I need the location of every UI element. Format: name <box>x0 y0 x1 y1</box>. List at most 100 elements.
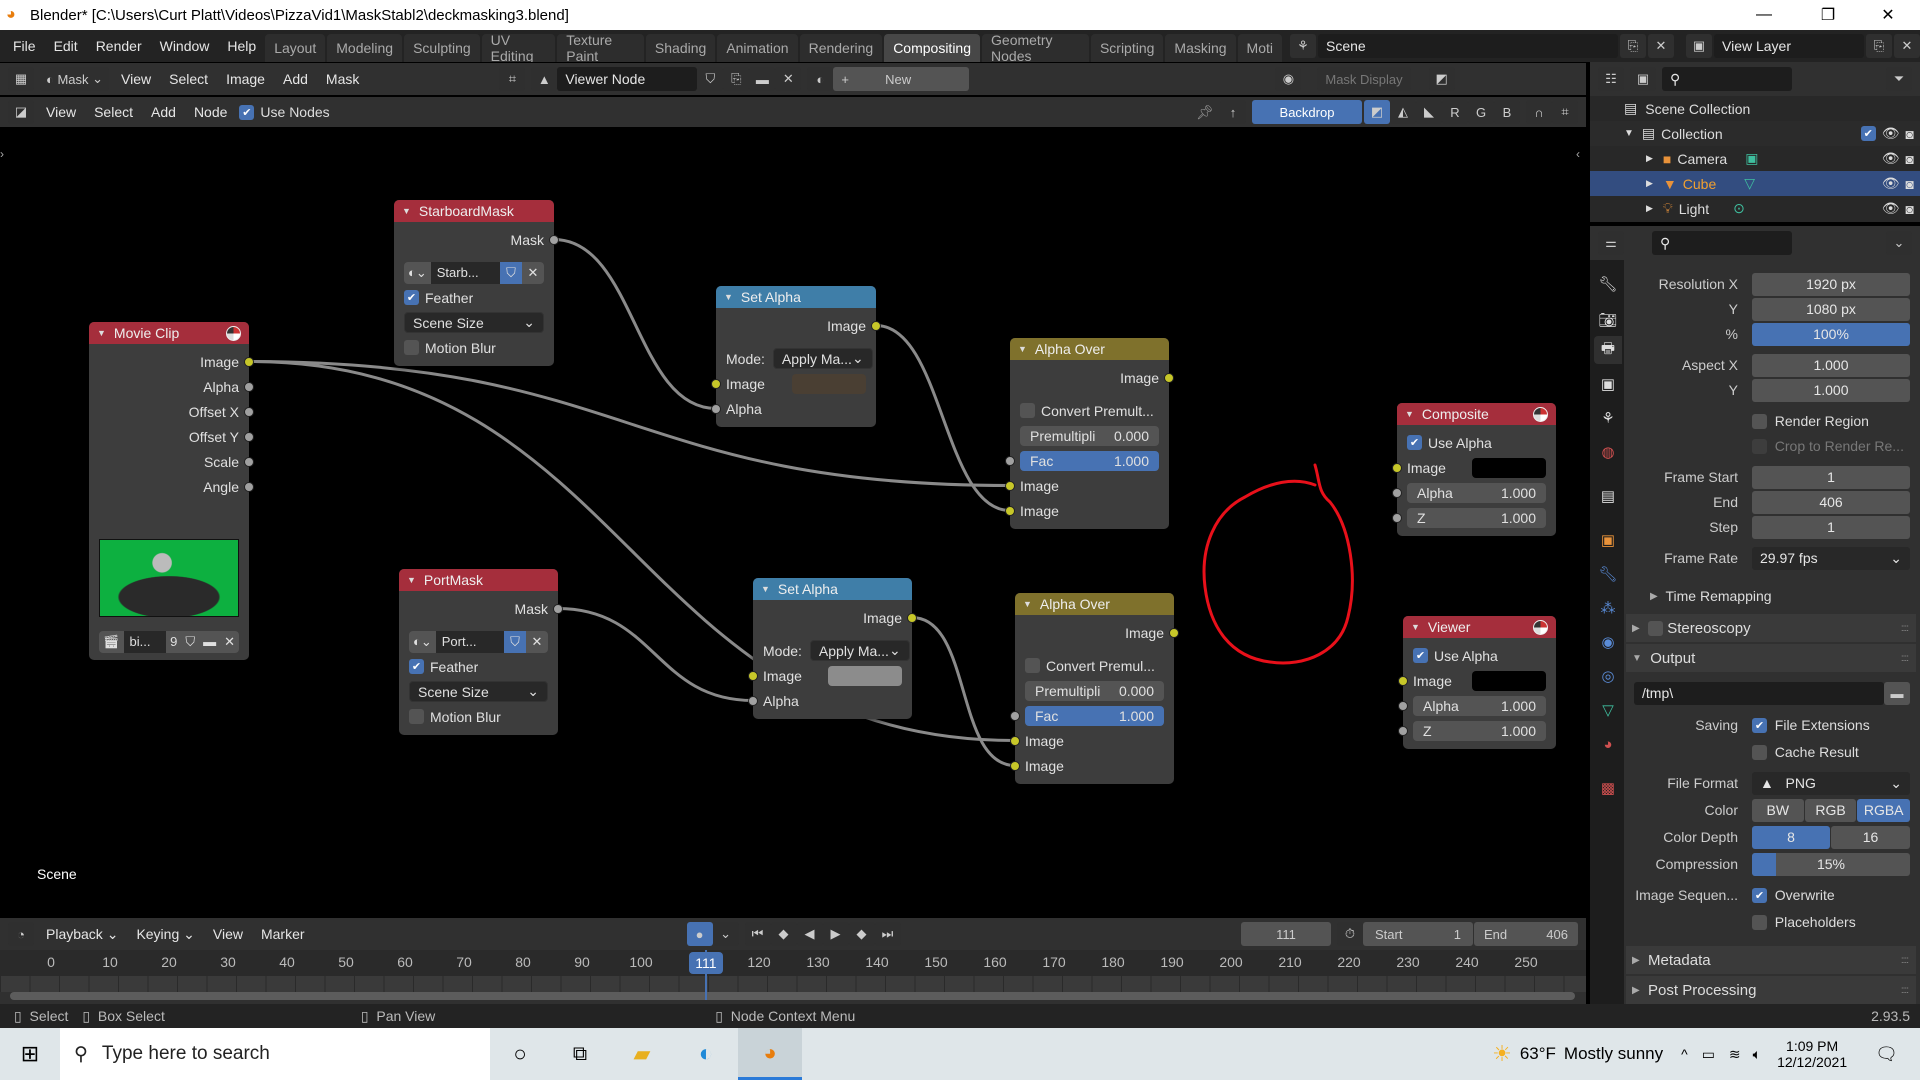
end-frame-field[interactable]: End 406 <box>1474 922 1578 946</box>
input-socket[interactable] <box>1398 725 1408 736</box>
menu-render[interactable]: Render <box>87 38 151 54</box>
tab-layout[interactable]: Layout <box>265 34 326 62</box>
properties-editor-type-icon[interactable]: ⚌ <box>1598 231 1624 255</box>
node-starboard[interactable]: ▼ StarboardMask Mask ◐⌄ Starb... ⛉ ✕ ✔ Feather Sc… <box>394 200 559 366</box>
node-header[interactable]: ▼ Viewer <box>1403 616 1556 638</box>
outliner-item-scene-collection[interactable]: ▤ Scene Collection <box>1590 96 1920 121</box>
input-socket[interactable] <box>748 670 758 681</box>
metadata-panel[interactable]: Metadata <box>1648 952 1711 969</box>
render-tab-icon[interactable]: 📷︎ <box>1594 306 1622 334</box>
node-alphaover1[interactable]: ▼ Alpha Over Image Convert Premult... Premul… <box>1005 338 1174 529</box>
collapse-icon[interactable]: ▼ <box>407 575 416 585</box>
edge-browser-icon[interactable]: ◐ <box>674 1040 738 1068</box>
timeline-track[interactable] <box>0 976 1586 992</box>
output-socket[interactable] <box>244 481 254 492</box>
snap-icon[interactable]: ∩ <box>1526 100 1552 124</box>
output-socket[interactable] <box>907 612 917 623</box>
cortana-icon[interactable]: ○ <box>490 1041 550 1067</box>
blender-taskbar-icon[interactable]: ◕ <box>738 1028 802 1080</box>
view-layer-browse-icon[interactable]: ▣ <box>1686 34 1712 58</box>
node-header[interactable]: ▼ Alpha Over <box>1015 593 1174 615</box>
image-name-field[interactable]: Viewer Node <box>557 67 698 91</box>
timeline-editor-type-icon[interactable]: ◔ <box>8 922 34 946</box>
constraints-tab-icon[interactable]: ◎ <box>1594 662 1622 690</box>
unlink-image-icon[interactable]: ✕ <box>775 67 802 91</box>
color-rgba-option[interactable]: RGBA <box>1857 798 1910 822</box>
node-setalpha1[interactable]: ▼ Set Alpha Image Mode: Apply Ma... ⌄ Image Alp… <box>711 286 881 427</box>
render-camera-icon[interactable]: ◙ <box>1906 201 1914 217</box>
menu-marker[interactable]: Marker <box>255 926 311 942</box>
mode-dropdown[interactable]: Apply Ma... ⌄ <box>772 348 873 369</box>
output-socket[interactable] <box>549 234 559 245</box>
clip-name[interactable]: bi... <box>123 630 167 653</box>
parent-node-tree-icon[interactable]: ↑ <box>1220 100 1246 124</box>
tab-compositing[interactable]: Compositing <box>884 34 981 62</box>
tab-masking[interactable]: Masking <box>1165 34 1236 62</box>
node-header[interactable]: ▼ Movie Clip <box>89 322 249 344</box>
backdrop-color-alpha-icon[interactable]: ◭ <box>1390 100 1416 124</box>
material-tab-icon[interactable]: ◕ <box>1594 730 1622 758</box>
checkbox[interactable]: ✔ <box>1407 435 1422 450</box>
clock[interactable]: 1:09 PM 12/12/2021 <box>1777 1038 1847 1070</box>
node-canvas[interactable]: ▼ Movie Clip Image Alpha Offset X Offset Y Sca… <box>0 127 1586 917</box>
keying-options-icon[interactable]: ⌄ <box>712 922 739 946</box>
render-region-checkbox[interactable] <box>1752 413 1767 429</box>
node-editor-type-icon[interactable]: ◪ <box>8 100 34 124</box>
outliner-item-light[interactable]: ▶ 💡︎ Light ⊙ 👁︎ ◙ <box>1590 196 1920 221</box>
mesh-data-icon[interactable]: ▽ <box>1744 175 1755 192</box>
menu-help[interactable]: Help <box>218 38 265 54</box>
fake-user-shield-icon[interactable]: ⛉ <box>500 261 522 284</box>
windows-start-icon[interactable]: ⊞ <box>0 1041 60 1067</box>
render-camera-icon[interactable]: ◙ <box>1906 126 1914 142</box>
input-socket[interactable] <box>1392 487 1402 498</box>
render-camera-icon[interactable]: ◙ <box>1906 176 1914 192</box>
delete-scene-icon[interactable]: ✕ <box>1648 34 1674 58</box>
tab-geometry-nodes[interactable]: Geometry Nodes <box>982 32 1089 62</box>
outliner-item-collection[interactable]: ▼ ▤ Collection ✔ 👁︎ ◙ <box>1590 121 1920 146</box>
color-rgb-option[interactable]: RGB <box>1804 798 1857 822</box>
output-socket[interactable] <box>244 356 254 367</box>
input-socket[interactable] <box>1010 735 1020 746</box>
node-viewer[interactable]: ▼ Viewer ✔ Use Alpha Image Alpha 1.000 Z 1.000 <box>1398 616 1556 749</box>
checkbox[interactable] <box>409 709 424 724</box>
task-view-icon[interactable]: ⧉ <box>550 1043 610 1066</box>
checkbox[interactable] <box>1025 658 1040 673</box>
overwrite-checkbox[interactable]: ✔ <box>1752 887 1767 903</box>
particles-tab-icon[interactable]: ⁂ <box>1594 594 1622 622</box>
frame-rate-dropdown[interactable]: 29.97 fps ⌄ <box>1752 546 1910 570</box>
size-dropdown[interactable]: Scene Size ⌄ <box>409 681 548 702</box>
collapse-icon[interactable]: ▼ <box>402 206 411 216</box>
wifi-icon[interactable]: ≋ <box>1729 1046 1741 1063</box>
output-socket[interactable] <box>871 320 881 331</box>
color-bw-option[interactable]: BW <box>1752 798 1804 822</box>
start-frame-field[interactable]: Start 1 <box>1363 922 1473 946</box>
channel-g-toggle[interactable]: G <box>1468 100 1494 124</box>
backdrop-alpha-icon[interactable]: ◣ <box>1416 100 1442 124</box>
scene-browse-icon[interactable]: ⚘ <box>1290 34 1316 58</box>
value-field[interactable]: Z 1.000 <box>1407 507 1546 528</box>
output-socket[interactable] <box>553 603 563 614</box>
color-swatch[interactable] <box>828 665 902 686</box>
texture-tab-icon[interactable]: ▩ <box>1594 774 1622 802</box>
menu-image[interactable]: Image <box>220 71 271 87</box>
minimize-button[interactable]: — <box>1736 0 1792 30</box>
menu-add[interactable]: Add <box>145 104 182 120</box>
menu-view[interactable]: View <box>40 104 82 120</box>
tab-texture-paint[interactable]: Texture Paint <box>557 32 644 62</box>
resolution-x-field[interactable]: 1920 px <box>1752 272 1910 296</box>
display-channels-icon[interactable]: ◩ <box>1428 67 1455 91</box>
node-alphaover2[interactable]: ▼ Alpha Over Image Convert Premul... Premult… <box>1010 593 1179 784</box>
tool-tab-icon[interactable]: 🔧︎ <box>1594 270 1622 298</box>
node-header[interactable]: ▼ Composite <box>1397 403 1556 425</box>
unlink-icon[interactable]: ✕ <box>522 261 544 284</box>
backdrop-color-icon[interactable]: ◩ <box>1364 100 1390 124</box>
expand-icon[interactable]: ▶ <box>1646 178 1653 189</box>
size-dropdown[interactable]: Scene Size ⌄ <box>404 312 544 333</box>
node-header[interactable]: ▼ Set Alpha <box>716 286 876 308</box>
new-mask-button[interactable]: + New <box>833 67 970 91</box>
scene-tab-icon[interactable]: ⚘ <box>1594 404 1622 432</box>
data-tab-icon[interactable]: ▽ <box>1594 696 1622 724</box>
menu-select[interactable]: Select <box>88 104 139 120</box>
node-link[interactable] <box>553 238 717 410</box>
frame-end-field[interactable]: 406 <box>1752 490 1910 514</box>
